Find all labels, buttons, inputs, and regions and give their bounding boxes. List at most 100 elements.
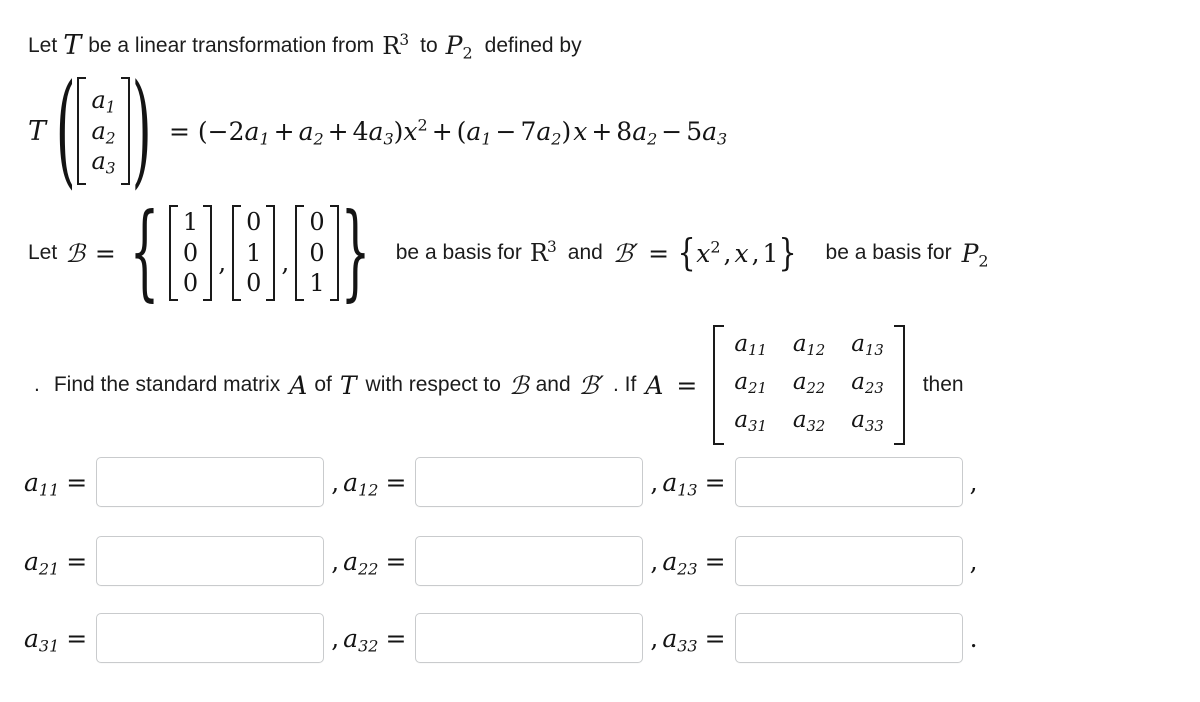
basis-v1-e2: 0 <box>182 238 199 267</box>
intro-t-symbol: T <box>63 30 82 61</box>
term3-c2-coef: 5 <box>686 116 703 146</box>
matrix-cell-a23: a23 <box>851 369 884 398</box>
vector-left-bracket <box>77 77 87 185</box>
poly-open-brace: { <box>677 231 696 275</box>
equals-sign: = <box>168 116 190 146</box>
basis-equals: = <box>94 238 116 268</box>
input-column-vector: a1 a2 a3 <box>77 77 130 185</box>
basis-equals-2: = <box>648 238 670 268</box>
basis-mid-text-1: be a basis for <box>395 241 522 264</box>
term3-c2-sign: − <box>661 116 683 146</box>
matrix-left-bracket <box>713 325 725 445</box>
basis-v2-e3: 0 <box>246 269 262 298</box>
term1-c1-sign: − <box>207 116 229 146</box>
intro-prefix: Let <box>28 33 58 57</box>
answer-equals-a22: = <box>385 546 407 576</box>
vector-entry-a3: a3 <box>91 147 116 178</box>
answer-equals-a33: = <box>704 623 726 653</box>
open-brace: { <box>129 193 160 313</box>
term3-c2-var: a3 <box>702 116 728 148</box>
intro-middle: be a linear transformation from <box>88 33 375 57</box>
matrix-right-bracket <box>893 325 905 445</box>
answer-label-a11: a11 <box>24 467 60 499</box>
question-and-word: and <box>535 373 571 396</box>
answer-label-a12: a12 <box>343 467 379 499</box>
answer-row-3: a31 = , a32 = , a33 = . <box>24 613 982 663</box>
term2-basis: x <box>573 116 588 146</box>
matrix-cell-a12: a12 <box>792 331 826 360</box>
vector-entries: a1 a2 a3 <box>86 83 120 179</box>
matrix-cell-a22: a22 <box>792 369 826 398</box>
term1-basis: x2 <box>403 115 428 146</box>
matrix-a: a11 a12 a13 a21 a22 a23 a31 a32 a33 <box>713 325 905 445</box>
answer-trailing-a23: , <box>969 546 978 576</box>
answer-trailing-a13: , <box>969 467 978 497</box>
basis-v3-e3: 1 <box>309 269 325 298</box>
answer-row-2: a21 = , a22 = , a23 = , <box>24 536 982 586</box>
answer-equals-a23: = <box>704 546 726 576</box>
question-t-symbol: T <box>339 370 357 400</box>
answer-input-a13[interactable] <box>734 457 963 507</box>
answer-trailing-a32: , <box>650 623 659 653</box>
real-space-exponent: 3 <box>399 30 409 49</box>
basis-v2-e2: 1 <box>246 238 262 267</box>
basis-v1-entries: 1 0 0 <box>178 205 203 301</box>
basis-v2-left-bracket <box>232 205 242 301</box>
answer-equals-a12: = <box>385 467 407 497</box>
basis-v3-e2: 0 <box>309 238 325 267</box>
poly-basis-item-3: 1 <box>762 238 779 268</box>
basis-mid-text-2: be a basis for <box>825 241 952 264</box>
answer-input-a21[interactable] <box>96 536 325 586</box>
question-text-3: . If <box>613 373 637 396</box>
answer-equals-a13: = <box>704 467 726 497</box>
matrix-cell-a11: a11 <box>734 331 767 360</box>
answer-label-a33: a33 <box>662 623 698 655</box>
poly-space-subscript: 2 <box>462 43 473 63</box>
term1-c3-sign: + <box>327 116 349 146</box>
basis-v3-e1: 0 <box>309 207 325 236</box>
basis-v2-e1: 0 <box>246 207 262 236</box>
transformation-t-symbol: T <box>28 115 47 147</box>
vector-entry-a2: a2 <box>91 116 116 147</box>
basis-let-word: Let <box>28 241 58 264</box>
answer-input-a23[interactable] <box>734 536 963 586</box>
answer-input-a32[interactable] <box>415 613 644 663</box>
question-bprime-symbol: ℬ′ <box>578 370 604 400</box>
matrix-cell-a31: a31 <box>734 407 767 436</box>
vector-right-bracket <box>120 77 130 185</box>
term2-close: ) <box>561 116 572 146</box>
basis-v1-left-bracket <box>168 205 178 301</box>
answer-input-a33[interactable] <box>734 613 963 663</box>
basis-vector-3: 0 0 1 <box>295 205 339 301</box>
answer-input-a22[interactable] <box>415 536 644 586</box>
matrix-grid: a11 a12 a13 a21 a22 a23 a31 a32 a33 <box>724 325 893 445</box>
answer-label-a21: a21 <box>24 546 60 578</box>
basis-bprime-symbol: ℬ′ <box>612 238 639 268</box>
answer-equals-a31: = <box>66 623 88 653</box>
answer-input-a31[interactable] <box>96 613 325 663</box>
answer-trailing-a22: , <box>650 546 659 576</box>
answer-input-a11[interactable] <box>96 457 325 507</box>
basis-vector-2: 0 1 0 <box>232 205 276 301</box>
answer-trailing-a31: , <box>331 623 340 653</box>
term1-c1-var: a1 <box>244 116 270 148</box>
answer-trailing-a11: , <box>331 467 340 497</box>
basis-vector-1: 1 0 0 <box>168 205 213 301</box>
term2-c2-var: a2 <box>536 116 562 148</box>
close-paren: ) <box>131 58 152 202</box>
term1-close: ) <box>393 116 404 146</box>
term2-open: ( <box>456 116 467 146</box>
term1-c2-var: a2 <box>298 116 324 148</box>
poly-separator-1: , <box>723 238 732 268</box>
answer-equals-a11: = <box>66 467 88 497</box>
basis-separator-2: , <box>281 247 290 277</box>
answer-equals-a32: = <box>385 623 407 653</box>
basis-b-symbol: ℬ <box>65 238 85 268</box>
poly-separator-2: , <box>751 238 760 268</box>
answer-input-a12[interactable] <box>415 457 644 507</box>
basis-v3-right-bracket <box>329 205 339 301</box>
basis-v1-e1: 1 <box>182 207 199 236</box>
basis-v1-right-bracket <box>203 205 213 301</box>
vector-entry-a1: a1 <box>91 85 116 117</box>
question-line: . Find the standard matrix A of T with r… <box>34 320 964 450</box>
